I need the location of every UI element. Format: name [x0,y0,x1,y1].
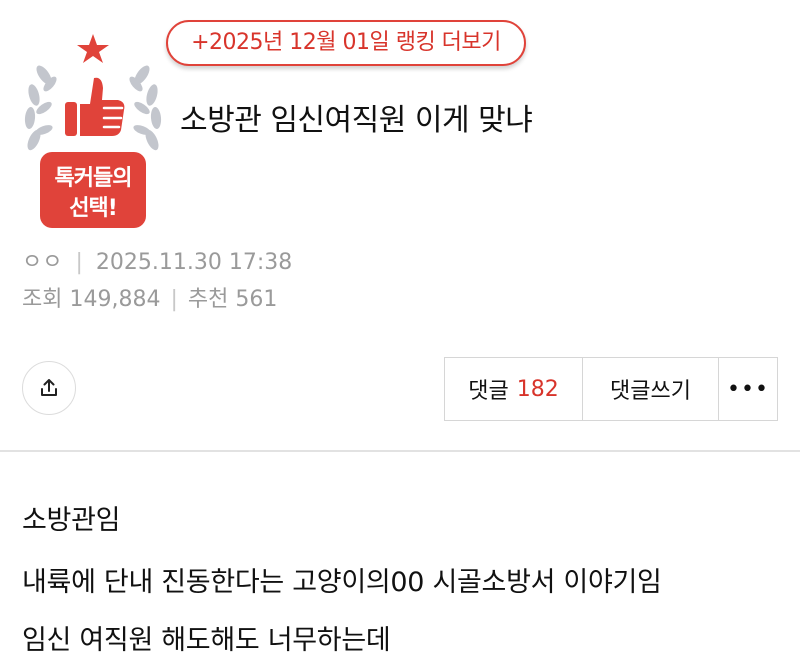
share-button[interactable] [22,361,76,415]
content-divider [0,450,800,452]
author-name[interactable]: ㅇㅇ [22,250,62,275]
best-post-badge: 톡커들의 선택! [18,30,168,230]
meta-separator: | [75,250,83,275]
post-meta-stats: 조회 149,884 | 추천 561 [22,281,277,313]
comments-count: 182 [516,376,559,402]
body-line-1: 소방관임 [22,505,121,536]
recommend-label: 추천 [187,287,229,312]
ranking-more-link[interactable]: +2025년 12월 01일 랭킹 더보기 [166,20,526,66]
comment-actions: 댓글 182 댓글쓰기 ••• [444,357,778,421]
body-line-3: 임신 여직원 해도해도 너무하는데 [22,625,391,656]
comments-label: 댓글 [468,379,509,404]
post-datetime: 2025.11.30 17:38 [95,250,293,275]
post-title: 소방관 임신여직원 이게 맞냐 [180,103,533,138]
comments-button[interactable]: 댓글 182 [445,358,583,420]
more-options-button[interactable]: ••• [719,358,777,420]
write-comment-button[interactable]: 댓글쓰기 [583,358,719,420]
meta-separator: | [170,287,178,312]
views-label: 조회 [22,287,63,312]
more-dots-icon: ••• [727,376,769,402]
badge-line2: 선택! [69,196,118,221]
post-meta-author-date: ㅇㅇ | 2025.11.30 17:38 [22,244,292,276]
share-icon [41,379,57,396]
recommend-count: 561 [235,287,278,312]
badge-line1: 톡커들의 [54,166,133,191]
views-count: 149,884 [69,287,161,312]
body-line-2: 내륙에 단내 진동한다는 고양이의00 시골소방서 이야기임 [22,567,662,598]
